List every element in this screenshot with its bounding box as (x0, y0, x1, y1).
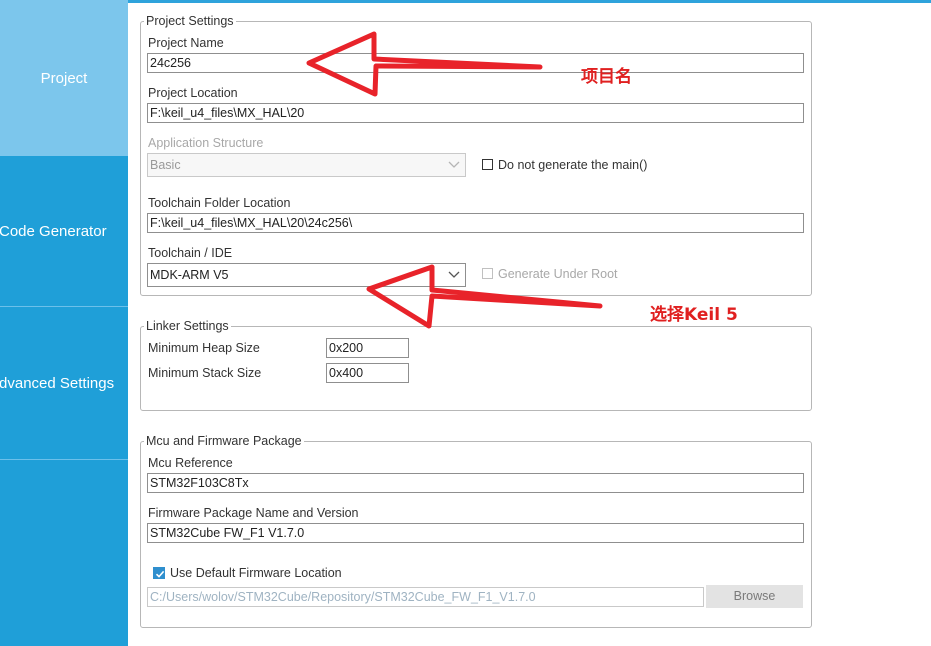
firmware-package-input[interactable]: STM32Cube FW_F1 V1.7.0 (147, 523, 804, 543)
sidebar-item-advanced-settings[interactable]: Advanced Settings (0, 307, 128, 459)
sidebar-item-label: Project (40, 69, 88, 87)
sidebar: Project Code Generator Advanced Settings (0, 0, 128, 646)
min-stack-label: Minimum Stack Size (148, 366, 262, 380)
toolchain-folder-label: Toolchain Folder Location (148, 196, 291, 210)
firmware-location-input[interactable]: C:/Users/wolov/STM32Cube/Repository/STM3… (147, 587, 704, 607)
group-title: Mcu and Firmware Package (146, 434, 302, 448)
sidebar-item-code-generator[interactable]: Code Generator (0, 156, 127, 307)
generate-under-root-label: Generate Under Root (498, 267, 618, 281)
project-location-label: Project Location (148, 86, 238, 100)
toolchain-folder-input[interactable]: F:\keil_u4_files\MX_HAL\20\24c256\ (147, 213, 804, 233)
mcu-reference-input[interactable]: STM32F103C8Tx (147, 473, 804, 493)
annotation-toolchain: 选择Keil 5 (650, 305, 738, 325)
project-name-label: Project Name (148, 36, 224, 50)
toolchain-ide-select[interactable]: MDK-ARM V5 (147, 263, 466, 287)
linker-settings-group: Linker Settings (140, 319, 812, 411)
firmware-package-label: Firmware Package Name and Version (148, 506, 359, 520)
select-value: Basic (150, 158, 181, 172)
annotation-project-name: 项目名 (581, 67, 632, 87)
checkmark-icon (155, 570, 165, 578)
sidebar-item-label: Advanced Settings (0, 374, 115, 392)
select-value: MDK-ARM V5 (150, 268, 229, 282)
min-heap-label: Minimum Heap Size (148, 341, 260, 355)
sidebar-item-project[interactable]: Project (0, 0, 128, 156)
do-not-generate-main-checkbox[interactable] (482, 159, 493, 170)
project-name-input[interactable]: 24c256 (147, 53, 804, 73)
toolchain-ide-label: Toolchain / IDE (148, 246, 233, 260)
use-default-location-checkbox[interactable] (153, 567, 165, 579)
project-location-input[interactable]: F:\keil_u4_files\MX_HAL\20 (147, 103, 804, 123)
group-title: Linker Settings (146, 319, 229, 333)
chevron-down-icon (448, 161, 460, 168)
mcu-reference-label: Mcu Reference (148, 456, 233, 470)
min-stack-input[interactable]: 0x400 (326, 363, 409, 383)
app-structure-label: Application Structure (148, 136, 264, 150)
use-default-location-label: Use Default Firmware Location (170, 566, 342, 580)
generate-under-root-checkbox[interactable] (482, 268, 493, 279)
chevron-down-icon (448, 271, 460, 278)
browse-button[interactable]: Browse (706, 585, 803, 608)
do-not-generate-main-label: Do not generate the main() (498, 158, 648, 172)
group-title: Project Settings (146, 14, 234, 28)
min-heap-input[interactable]: 0x200 (326, 338, 409, 358)
sidebar-divider (0, 459, 128, 460)
app-structure-select[interactable]: Basic (147, 153, 466, 177)
sidebar-item-label: Code Generator (0, 223, 107, 240)
